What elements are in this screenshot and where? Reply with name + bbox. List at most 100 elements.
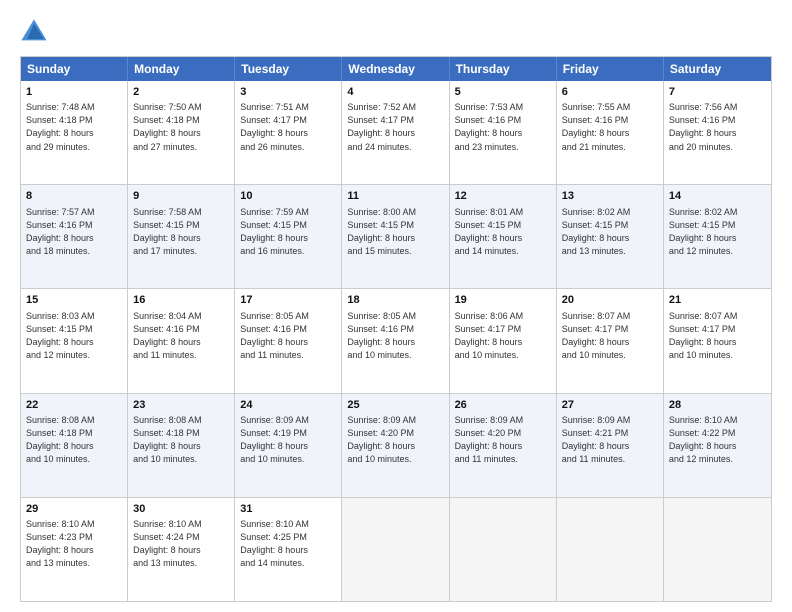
day-info: Sunrise: 8:09 AM Sunset: 4:19 PM Dayligh…	[240, 414, 336, 466]
day-info: Sunrise: 7:52 AM Sunset: 4:17 PM Dayligh…	[347, 101, 443, 153]
day-number: 14	[669, 189, 766, 204]
day-number: 31	[240, 502, 336, 517]
day-info: Sunrise: 7:53 AM Sunset: 4:16 PM Dayligh…	[455, 101, 551, 153]
day-info: Sunrise: 8:05 AM Sunset: 4:16 PM Dayligh…	[240, 310, 336, 362]
calendar-cell: 26Sunrise: 8:09 AM Sunset: 4:20 PM Dayli…	[450, 394, 557, 497]
day-number: 8	[26, 189, 122, 204]
calendar-body: 1Sunrise: 7:48 AM Sunset: 4:18 PM Daylig…	[21, 81, 771, 601]
calendar-cell: 23Sunrise: 8:08 AM Sunset: 4:18 PM Dayli…	[128, 394, 235, 497]
day-info: Sunrise: 8:03 AM Sunset: 4:15 PM Dayligh…	[26, 310, 122, 362]
header-day-sunday: Sunday	[21, 57, 128, 81]
day-number: 26	[455, 398, 551, 413]
day-info: Sunrise: 8:01 AM Sunset: 4:15 PM Dayligh…	[455, 206, 551, 258]
day-number: 17	[240, 293, 336, 308]
calendar: SundayMondayTuesdayWednesdayThursdayFrid…	[20, 56, 772, 602]
calendar-cell: 18 Sunrise: 8:05 AM Sunset: 4:16 PM Dayli…	[342, 289, 449, 392]
calendar-cell	[450, 498, 557, 601]
day-info: Sunrise: 8:10 AM Sunset: 4:24 PM Dayligh…	[133, 518, 229, 570]
calendar-cell: 16 Sunrise: 8:04 AM Sunset: 4:16 PM Dayli…	[128, 289, 235, 392]
day-info: Sunrise: 8:08 AM Sunset: 4:18 PM Dayligh…	[26, 414, 122, 466]
day-number: 2	[133, 85, 229, 100]
day-number: 9	[133, 189, 229, 204]
calendar-cell	[664, 498, 771, 601]
calendar-cell: 4Sunrise: 7:52 AM Sunset: 4:17 PM Daylig…	[342, 81, 449, 184]
calendar-row-3: 15 Sunrise: 8:03 AM Sunset: 4:15 PM Dayli…	[21, 288, 771, 392]
calendar-row-1: 1Sunrise: 7:48 AM Sunset: 4:18 PM Daylig…	[21, 81, 771, 184]
header-day-thursday: Thursday	[450, 57, 557, 81]
day-number: 1	[26, 85, 122, 100]
calendar-cell: 30Sunrise: 8:10 AM Sunset: 4:24 PM Dayli…	[128, 498, 235, 601]
day-number: 21	[669, 293, 766, 308]
calendar-cell: 11 Sunrise: 8:00 AM Sunset: 4:15 PM Dayli…	[342, 185, 449, 288]
day-info: Sunrise: 8:07 AM Sunset: 4:17 PM Dayligh…	[562, 310, 658, 362]
day-info: Sunrise: 8:10 AM Sunset: 4:23 PM Dayligh…	[26, 518, 122, 570]
day-info: Sunrise: 8:10 AM Sunset: 4:22 PM Dayligh…	[669, 414, 766, 466]
day-number: 7	[669, 85, 766, 100]
day-info: Sunrise: 7:50 AM Sunset: 4:18 PM Dayligh…	[133, 101, 229, 153]
day-number: 27	[562, 398, 658, 413]
day-number: 15	[26, 293, 122, 308]
day-info: Sunrise: 7:58 AM Sunset: 4:15 PM Dayligh…	[133, 206, 229, 258]
day-info: Sunrise: 8:07 AM Sunset: 4:17 PM Dayligh…	[669, 310, 766, 362]
day-number: 13	[562, 189, 658, 204]
day-number: 29	[26, 502, 122, 517]
day-info: Sunrise: 7:55 AM Sunset: 4:16 PM Dayligh…	[562, 101, 658, 153]
day-info: Sunrise: 8:04 AM Sunset: 4:16 PM Dayligh…	[133, 310, 229, 362]
calendar-cell: 14 Sunrise: 8:02 AM Sunset: 4:15 PM Dayli…	[664, 185, 771, 288]
calendar-cell	[557, 498, 664, 601]
page: SundayMondayTuesdayWednesdayThursdayFrid…	[0, 0, 792, 612]
day-info: Sunrise: 8:00 AM Sunset: 4:15 PM Dayligh…	[347, 206, 443, 258]
calendar-cell	[342, 498, 449, 601]
header-day-saturday: Saturday	[664, 57, 771, 81]
day-info: Sunrise: 8:02 AM Sunset: 4:15 PM Dayligh…	[562, 206, 658, 258]
day-number: 5	[455, 85, 551, 100]
day-info: Sunrise: 8:05 AM Sunset: 4:16 PM Dayligh…	[347, 310, 443, 362]
day-info: Sunrise: 7:59 AM Sunset: 4:15 PM Dayligh…	[240, 206, 336, 258]
header-day-friday: Friday	[557, 57, 664, 81]
calendar-cell: 28Sunrise: 8:10 AM Sunset: 4:22 PM Dayli…	[664, 394, 771, 497]
day-number: 4	[347, 85, 443, 100]
calendar-cell: 5Sunrise: 7:53 AM Sunset: 4:16 PM Daylig…	[450, 81, 557, 184]
header-day-monday: Monday	[128, 57, 235, 81]
day-number: 11	[347, 189, 443, 204]
calendar-row-4: 22Sunrise: 8:08 AM Sunset: 4:18 PM Dayli…	[21, 393, 771, 497]
header	[20, 18, 772, 46]
calendar-cell: 31Sunrise: 8:10 AM Sunset: 4:25 PM Dayli…	[235, 498, 342, 601]
day-number: 23	[133, 398, 229, 413]
day-info: Sunrise: 7:51 AM Sunset: 4:17 PM Dayligh…	[240, 101, 336, 153]
day-info: Sunrise: 7:56 AM Sunset: 4:16 PM Dayligh…	[669, 101, 766, 153]
day-number: 12	[455, 189, 551, 204]
calendar-cell: 3Sunrise: 7:51 AM Sunset: 4:17 PM Daylig…	[235, 81, 342, 184]
calendar-cell: 9 Sunrise: 7:58 AM Sunset: 4:15 PM Daylig…	[128, 185, 235, 288]
calendar-cell: 22Sunrise: 8:08 AM Sunset: 4:18 PM Dayli…	[21, 394, 128, 497]
calendar-cell: 13 Sunrise: 8:02 AM Sunset: 4:15 PM Dayli…	[557, 185, 664, 288]
header-day-wednesday: Wednesday	[342, 57, 449, 81]
calendar-header: SundayMondayTuesdayWednesdayThursdayFrid…	[21, 57, 771, 81]
day-number: 19	[455, 293, 551, 308]
calendar-cell: 19 Sunrise: 8:06 AM Sunset: 4:17 PM Dayli…	[450, 289, 557, 392]
day-info: Sunrise: 7:57 AM Sunset: 4:16 PM Dayligh…	[26, 206, 122, 258]
calendar-cell: 1Sunrise: 7:48 AM Sunset: 4:18 PM Daylig…	[21, 81, 128, 184]
calendar-row-2: 8 Sunrise: 7:57 AM Sunset: 4:16 PM Daylig…	[21, 184, 771, 288]
calendar-cell: 10 Sunrise: 7:59 AM Sunset: 4:15 PM Dayli…	[235, 185, 342, 288]
day-info: Sunrise: 8:02 AM Sunset: 4:15 PM Dayligh…	[669, 206, 766, 258]
day-number: 6	[562, 85, 658, 100]
calendar-cell: 29Sunrise: 8:10 AM Sunset: 4:23 PM Dayli…	[21, 498, 128, 601]
calendar-cell: 6Sunrise: 7:55 AM Sunset: 4:16 PM Daylig…	[557, 81, 664, 184]
day-info: Sunrise: 8:08 AM Sunset: 4:18 PM Dayligh…	[133, 414, 229, 466]
day-number: 10	[240, 189, 336, 204]
day-info: Sunrise: 8:09 AM Sunset: 4:20 PM Dayligh…	[347, 414, 443, 466]
calendar-cell: 12 Sunrise: 8:01 AM Sunset: 4:15 PM Dayli…	[450, 185, 557, 288]
day-number: 16	[133, 293, 229, 308]
day-info: Sunrise: 8:09 AM Sunset: 4:21 PM Dayligh…	[562, 414, 658, 466]
day-number: 28	[669, 398, 766, 413]
day-number: 18	[347, 293, 443, 308]
day-number: 30	[133, 502, 229, 517]
calendar-cell: 25Sunrise: 8:09 AM Sunset: 4:20 PM Dayli…	[342, 394, 449, 497]
calendar-cell: 20Sunrise: 8:07 AM Sunset: 4:17 PM Dayli…	[557, 289, 664, 392]
calendar-cell: 15 Sunrise: 8:03 AM Sunset: 4:15 PM Dayli…	[21, 289, 128, 392]
day-info: Sunrise: 8:10 AM Sunset: 4:25 PM Dayligh…	[240, 518, 336, 570]
day-info: Sunrise: 8:06 AM Sunset: 4:17 PM Dayligh…	[455, 310, 551, 362]
calendar-cell: 7Sunrise: 7:56 AM Sunset: 4:16 PM Daylig…	[664, 81, 771, 184]
calendar-cell: 27Sunrise: 8:09 AM Sunset: 4:21 PM Dayli…	[557, 394, 664, 497]
